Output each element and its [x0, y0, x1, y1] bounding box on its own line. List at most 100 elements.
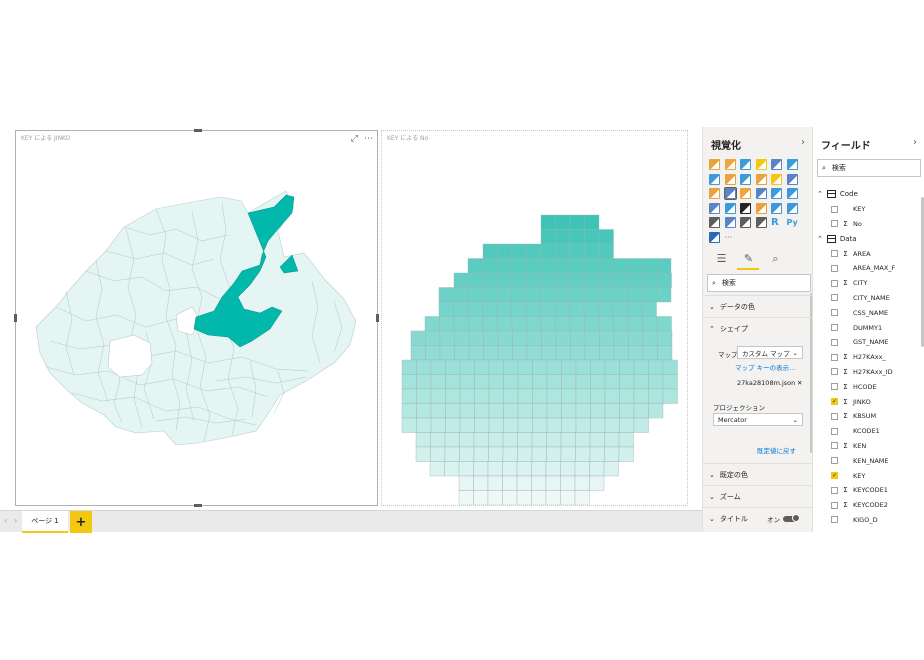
visual-type-icon[interactable] — [724, 217, 736, 228]
field-item[interactable]: Σ KBSUM — [817, 409, 924, 424]
field-checkbox[interactable] — [831, 279, 838, 287]
field-checkbox[interactable] — [831, 383, 838, 391]
analytics-magnifier-icon[interactable]: ⌕ — [769, 252, 782, 265]
visual-type-icon[interactable] — [786, 159, 798, 170]
field-item[interactable]: Σ HCODE — [817, 379, 924, 394]
visual-type-icon[interactable] — [740, 159, 751, 170]
visual-type-icon[interactable] — [755, 217, 767, 228]
field-item[interactable]: KEN_NAME — [817, 453, 924, 468]
visual-type-icon[interactable] — [709, 159, 720, 170]
visual-type-icon[interactable] — [771, 173, 782, 185]
field-checkbox[interactable] — [831, 324, 838, 332]
field-item[interactable]: KIGO_D — [817, 513, 924, 528]
visual-type-icon[interactable] — [724, 173, 736, 185]
field-checkbox[interactable] — [831, 368, 838, 376]
visual-type-icon[interactable] — [740, 173, 751, 185]
add-page-button[interactable]: + — [70, 511, 92, 533]
filled-map[interactable] — [16, 131, 377, 505]
visual-type-icon[interactable]: R — [771, 217, 782, 228]
field-item[interactable]: ✓ Σ JINKO — [817, 394, 924, 409]
field-item[interactable]: Σ H27KAxx_ID — [817, 365, 924, 380]
map-type-dropdown[interactable]: カスタム マップ ⌄ — [737, 346, 803, 359]
field-item[interactable]: ✓ KEY — [817, 468, 924, 483]
visual-type-icon[interactable] — [786, 173, 798, 185]
field-item[interactable]: AREA_MAX_F — [817, 261, 924, 276]
visual-type-icon[interactable]: Py — [787, 217, 798, 228]
field-checkbox[interactable] — [831, 353, 838, 361]
section-zoom[interactable]: ⌄ ズーム — [703, 485, 813, 507]
field-checkbox[interactable] — [831, 250, 838, 258]
grid-map[interactable] — [382, 131, 687, 505]
field-item[interactable]: Σ CITY — [817, 276, 924, 291]
filled-map-visual[interactable]: KEY による JINKO ⤢ ⋯ — [14, 129, 379, 507]
field-checkbox[interactable] — [831, 501, 838, 509]
field-checkbox[interactable] — [831, 220, 838, 228]
field-item[interactable]: GST_NAME — [817, 335, 924, 350]
visual-type-icon[interactable] — [740, 202, 751, 214]
field-checkbox[interactable] — [831, 309, 838, 317]
resize-handle-bottom[interactable] — [194, 504, 202, 507]
field-checkbox[interactable] — [831, 264, 838, 272]
visual-type-icon[interactable] — [724, 159, 736, 170]
field-item[interactable]: Σ KEYCODE2 — [817, 498, 924, 513]
section-default-color[interactable]: ⌄ 既定の色 — [703, 463, 813, 485]
visual-type-icon[interactable] — [771, 202, 782, 214]
field-checkbox[interactable]: ✓ — [831, 472, 838, 480]
table-group-code[interactable]: ⌃ Code — [817, 187, 924, 202]
resize-handle-top[interactable] — [194, 129, 202, 132]
visual-type-icon[interactable] — [755, 202, 767, 214]
field-item[interactable]: CSS_NAME — [817, 305, 924, 320]
field-item[interactable]: Σ KEN — [817, 439, 924, 454]
field-checkbox[interactable] — [831, 294, 838, 302]
field-item[interactable]: CITY_NAME — [817, 291, 924, 306]
title-toggle[interactable] — [783, 514, 800, 522]
reset-default-link[interactable]: 既定値に戻す — [757, 445, 796, 455]
page-tab-1[interactable]: ページ 1 — [22, 511, 68, 533]
visual-type-icon[interactable] — [740, 217, 751, 228]
field-checkbox[interactable] — [831, 516, 838, 524]
collapse-fields-chevron-icon[interactable]: › — [913, 137, 917, 148]
field-checkbox[interactable] — [831, 412, 838, 420]
visual-type-icon[interactable] — [740, 188, 751, 199]
table-group-data[interactable]: ⌃ Data — [817, 231, 924, 246]
visual-type-icon[interactable] — [786, 202, 798, 214]
field-item[interactable]: Σ KEYCODE1 — [817, 483, 924, 498]
field-checkbox[interactable] — [831, 205, 838, 213]
resize-handle-left[interactable] — [14, 314, 17, 322]
prev-page-arrow[interactable]: ‹ — [4, 516, 7, 525]
format-paint-roller-icon[interactable]: ✎ — [742, 252, 755, 265]
field-item[interactable]: Σ AREA — [817, 246, 924, 261]
format-search-input[interactable]: ⌕ 検索 — [707, 274, 811, 292]
field-checkbox[interactable] — [831, 457, 838, 465]
field-item[interactable]: KEY — [817, 202, 924, 217]
field-item[interactable]: Σ H27KAxx_ — [817, 350, 924, 365]
visual-type-icon[interactable] — [709, 231, 720, 243]
section-shape[interactable]: ⌃ シェイプ — [703, 317, 813, 339]
section-data-colors[interactable]: ⌄ データの色 — [703, 295, 813, 317]
visual-type-icon[interactable] — [709, 202, 720, 214]
more-visuals-icon[interactable]: ··· — [725, 232, 736, 243]
resize-handle-right[interactable] — [376, 314, 379, 322]
map-keys-link[interactable]: マップ キーの表示... — [735, 362, 795, 372]
visual-type-icon[interactable] — [723, 187, 737, 200]
field-checkbox[interactable] — [831, 427, 838, 435]
remove-file-icon[interactable]: ✕ — [797, 379, 802, 387]
field-checkbox[interactable]: ✓ — [831, 398, 838, 406]
grid-map-visual[interactable]: KEY による No — [381, 130, 688, 506]
fields-tab-icon[interactable]: ☰ — [715, 252, 728, 265]
field-item[interactable]: DUMMY1 — [817, 320, 924, 335]
collapse-viz-chevron-icon[interactable]: › — [801, 137, 805, 148]
field-checkbox[interactable] — [831, 442, 838, 450]
next-page-arrow[interactable]: › — [14, 516, 17, 525]
visual-type-icon[interactable] — [771, 159, 782, 170]
visual-type-icon[interactable] — [771, 188, 782, 199]
fields-search-input[interactable]: ⌕ 検索 — [817, 159, 921, 177]
field-checkbox[interactable] — [831, 338, 838, 346]
visual-type-icon[interactable] — [755, 188, 767, 199]
visual-type-icon[interactable] — [709, 217, 720, 228]
visual-type-icon[interactable] — [786, 188, 798, 199]
projection-dropdown[interactable]: Mercator ⌄ — [713, 413, 803, 426]
visual-type-icon[interactable] — [709, 173, 720, 185]
visual-type-icon[interactable] — [755, 159, 767, 170]
visual-type-icon[interactable] — [755, 173, 767, 185]
